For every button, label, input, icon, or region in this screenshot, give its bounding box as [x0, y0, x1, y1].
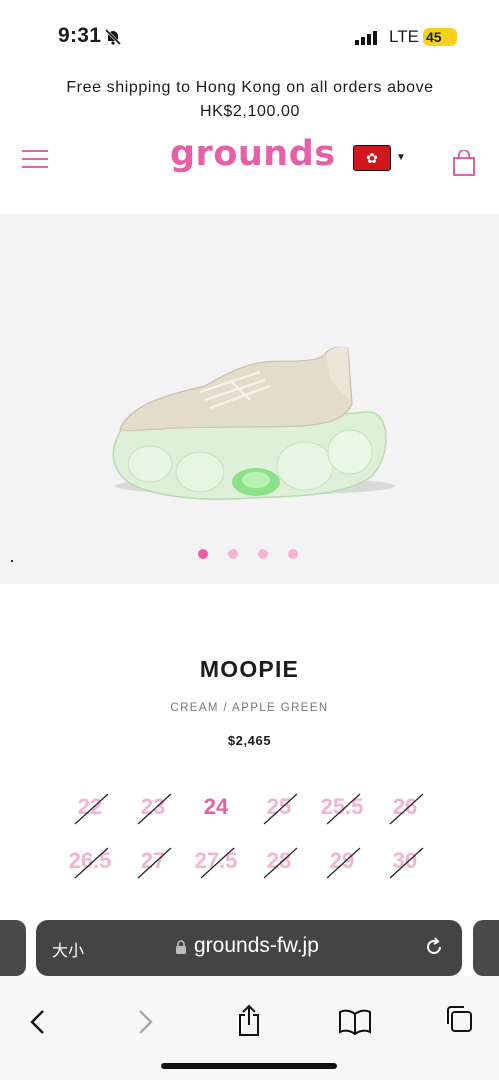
- strikethrough-icon: [263, 847, 298, 879]
- signal-icon: [355, 30, 381, 51]
- strikethrough-icon: [137, 847, 172, 879]
- strikethrough-icon: [389, 847, 424, 879]
- battery-level: 45: [426, 29, 442, 45]
- address-bar[interactable]: 大小 grounds-fw.jp: [36, 920, 462, 976]
- carousel-dot[interactable]: [258, 549, 268, 559]
- announcement-bar: Free shipping to Hong Kong on all orders…: [66, 79, 434, 120]
- chevron-right-icon[interactable]: [135, 1008, 155, 1041]
- size-option-unavailable[interactable]: 26: [375, 793, 435, 825]
- site-logo[interactable]: grounds: [170, 134, 336, 174]
- size-option-unavailable[interactable]: 29: [312, 847, 372, 879]
- url-text[interactable]: grounds-fw.jp: [194, 934, 319, 958]
- strikethrough-icon: [74, 793, 109, 825]
- size-option-unavailable[interactable]: 22: [60, 793, 120, 825]
- strikethrough-icon: [74, 847, 109, 879]
- size-option-unavailable[interactable]: 27: [123, 847, 183, 879]
- size-option-unavailable[interactable]: 25.5: [312, 793, 372, 825]
- chevron-left-icon[interactable]: [28, 1008, 48, 1041]
- bell-muted-icon: [104, 28, 122, 51]
- image-artifact-dot: [11, 560, 13, 562]
- tabs-icon[interactable]: [444, 1004, 474, 1039]
- status-time: 9:31: [58, 24, 102, 47]
- strikethrough-icon: [389, 793, 424, 825]
- hamburger-icon[interactable]: [22, 150, 50, 174]
- carousel-dots[interactable]: [198, 549, 298, 559]
- size-option-unavailable[interactable]: 30: [375, 847, 435, 879]
- product-image-carousel[interactable]: [0, 214, 499, 584]
- size-option-unavailable[interactable]: 23: [123, 793, 183, 825]
- product-image: [112, 346, 395, 500]
- product-title: MOOPIE: [199, 656, 300, 682]
- previous-tab-peek[interactable]: [0, 920, 26, 976]
- home-indicator: [161, 1063, 337, 1069]
- battery-indicator: 45⚡: [423, 28, 457, 46]
- size-option-unavailable[interactable]: 27.5: [186, 847, 246, 879]
- product-price: $2,465: [227, 733, 272, 748]
- strikethrough-icon: [263, 793, 298, 825]
- carousel-dot[interactable]: [288, 549, 298, 559]
- charging-icon: ⚡: [442, 33, 457, 45]
- strikethrough-icon: [137, 793, 172, 825]
- size-option-unavailable[interactable]: 26.5: [60, 847, 120, 879]
- network-type: LTE: [389, 27, 419, 46]
- size-label: 24: [203, 794, 229, 819]
- next-tab-peek[interactable]: [473, 920, 499, 976]
- carousel-dot[interactable]: [198, 549, 208, 559]
- size-option-unavailable[interactable]: 28: [249, 847, 309, 879]
- share-icon[interactable]: [236, 1004, 262, 1043]
- shopping-bag-icon[interactable]: [452, 149, 476, 182]
- hong-kong-flag-icon[interactable]: ✿: [353, 145, 391, 171]
- strikethrough-icon: [326, 847, 361, 879]
- lock-icon: [175, 939, 187, 960]
- chevron-down-icon[interactable]: ▼: [396, 152, 406, 163]
- reload-icon[interactable]: [423, 936, 445, 963]
- size-option-available[interactable]: 24: [186, 794, 246, 820]
- strikethrough-icon: [200, 847, 235, 879]
- book-icon[interactable]: [338, 1008, 372, 1041]
- text-size-button[interactable]: 大小: [52, 937, 84, 961]
- size-option-unavailable[interactable]: 25: [249, 793, 309, 825]
- product-color: CREAM / APPLE GREEN: [170, 702, 329, 714]
- strikethrough-icon: [326, 793, 361, 825]
- carousel-dot[interactable]: [228, 549, 238, 559]
